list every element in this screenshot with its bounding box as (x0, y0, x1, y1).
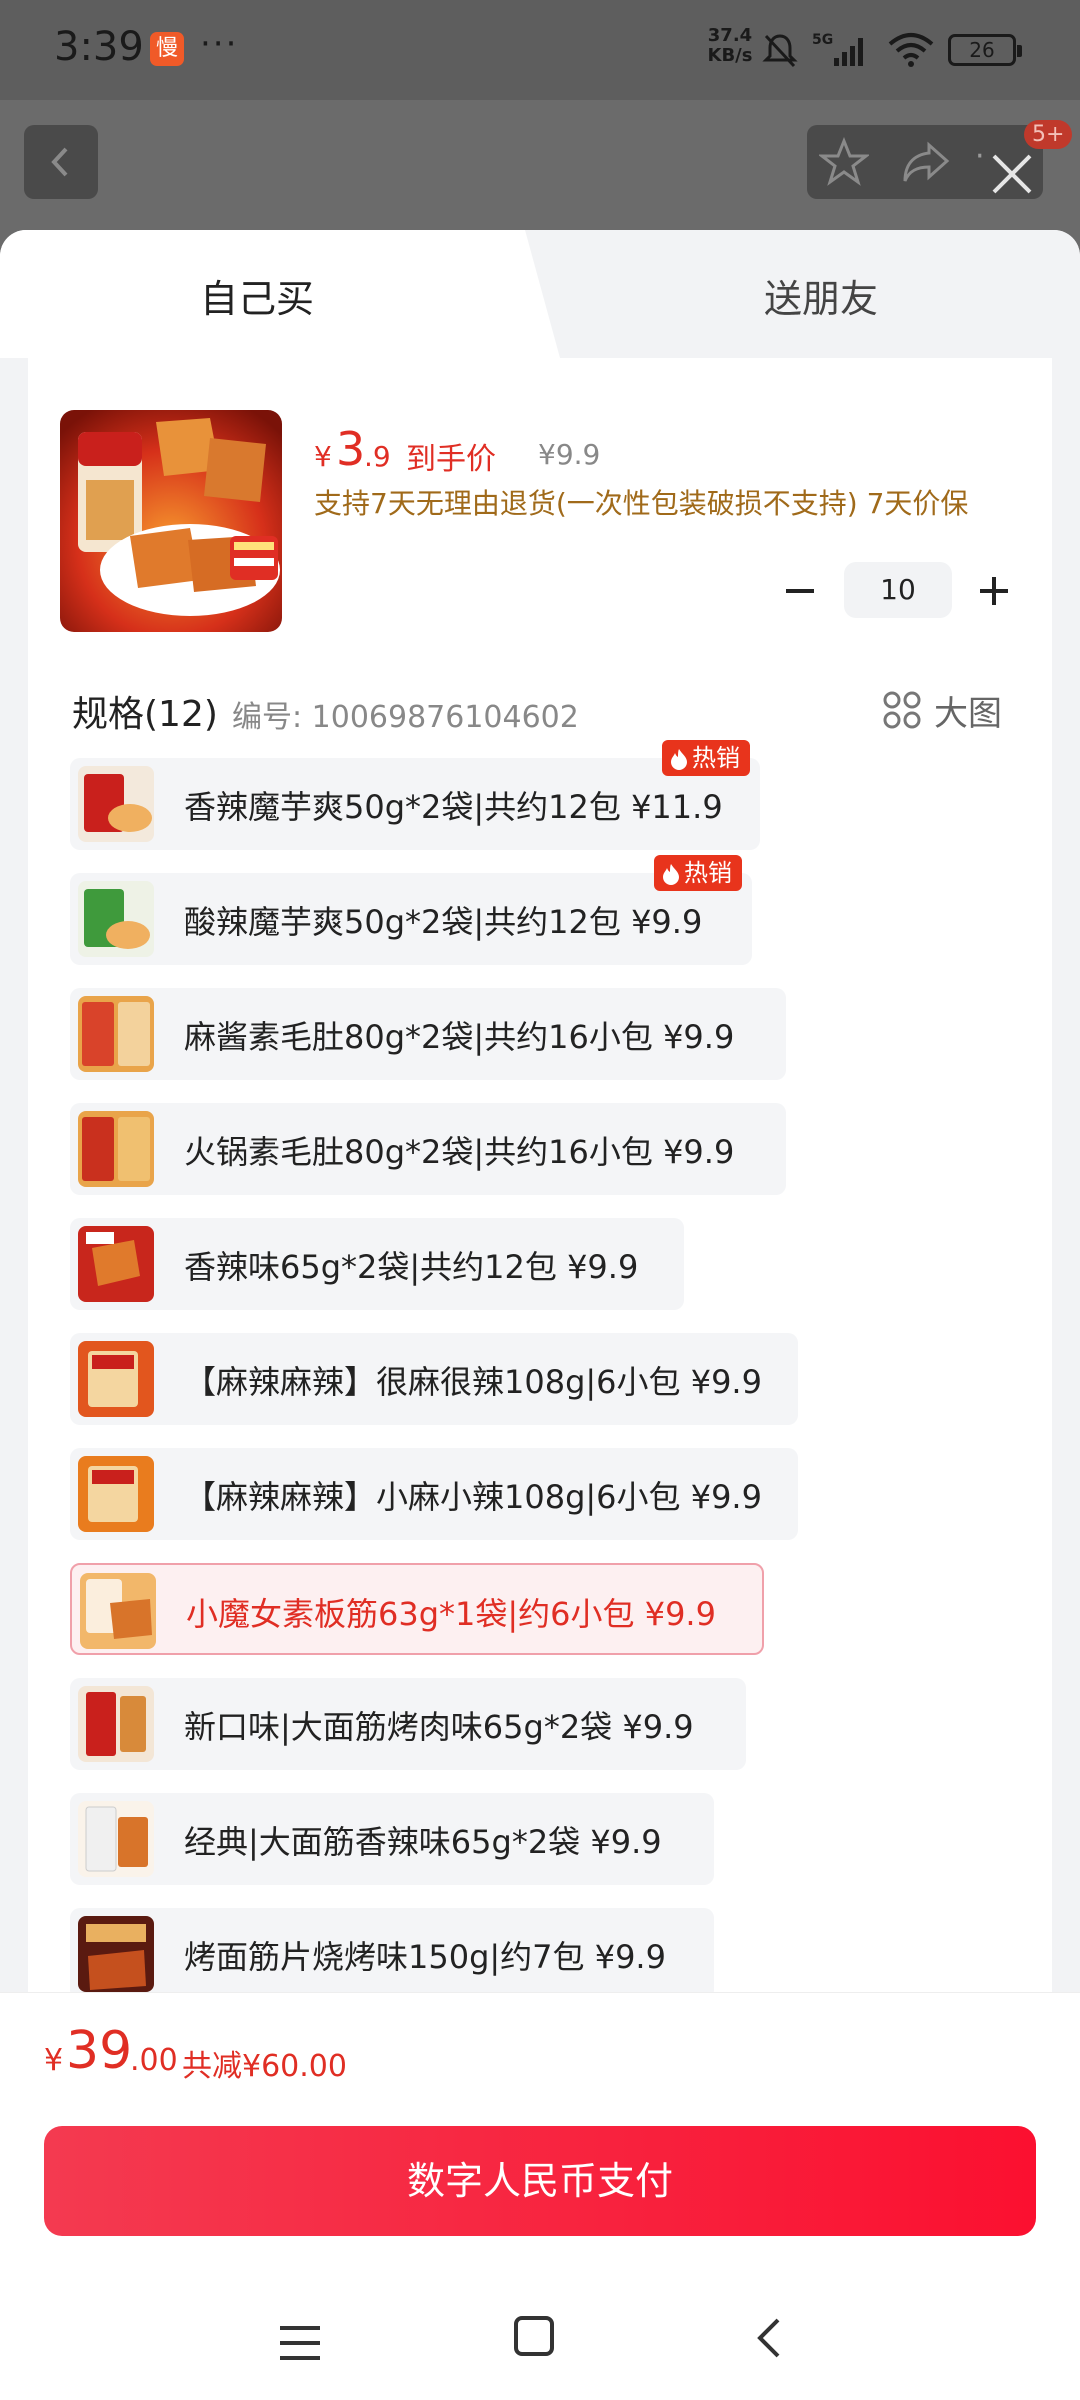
tab-friend[interactable]: 送朋友 (764, 268, 878, 323)
wifi-icon (886, 30, 936, 74)
signal-5g-icon: 5G (812, 30, 870, 74)
home-icon[interactable] (514, 2316, 554, 2356)
price-label: 到手价 (406, 442, 496, 477)
option-label: 新口味|大面筋烤肉味65g*2袋 ¥9.9 (184, 1708, 694, 1746)
option-label: 【麻辣麻辣】小麻小辣108g|6小包 ¥9.9 (184, 1478, 762, 1516)
spec-option[interactable]: 香辣味65g*2袋|共约12包 ¥9.9 (70, 1218, 684, 1310)
spec-option[interactable]: 火锅素毛肚80g*2袋|共约16小包 ¥9.9 (70, 1103, 786, 1195)
total-currency: ¥ (44, 2043, 64, 2078)
option-label: 麻酱素毛肚80g*2袋|共约16小包 ¥9.9 (184, 1018, 735, 1056)
order-total-bar: ¥ 39 .00 共减¥60.00 (0, 1992, 1080, 2110)
big-view-label: 大图 (934, 694, 1002, 734)
pay-button[interactable]: 数字人民币支付 (44, 2126, 1036, 2236)
price-decimal: .9 (364, 440, 391, 473)
spec-option[interactable]: 香辣魔芋爽50g*2袋|共约12包 ¥11.9 热销 (70, 740, 760, 850)
quantity-plus-button[interactable] (980, 576, 1010, 606)
network-speed-unit: KB/s (707, 45, 753, 66)
option-thumbnail (78, 996, 154, 1072)
product-image (60, 410, 282, 632)
total-decimal: .00 (130, 2043, 178, 2078)
app-notification-icon: 慢 (150, 32, 184, 66)
recent-apps-icon[interactable] (280, 2324, 320, 2366)
option-thumbnail (78, 1341, 154, 1417)
chevron-left-icon (51, 147, 68, 177)
spec-option[interactable]: 经典|大面筋香辣味65g*2袋 ¥9.9 (70, 1793, 714, 1885)
spec-option[interactable]: 【麻辣麻辣】小麻小辣108g|6小包 ¥9.9 (70, 1448, 798, 1540)
flame-icon (663, 864, 679, 885)
system-nav-bar (0, 2250, 1080, 2400)
more-icon[interactable]: · (975, 139, 985, 174)
option-thumbnail (78, 1111, 154, 1187)
return-guarantee: 支持7天无理由退货(一次性包装破损不支持) 7天价保 (314, 487, 969, 520)
cart-count-badge: 5+ (1024, 120, 1073, 149)
close-icon[interactable] (988, 150, 1036, 202)
back-nav-icon[interactable] (754, 2316, 784, 2364)
hot-sale-label: 热销 (684, 859, 732, 887)
hot-sale-badge: 热销 (662, 740, 750, 776)
option-thumbnail (78, 1686, 154, 1762)
option-thumbnail (78, 1456, 154, 1532)
option-thumbnail (78, 1801, 154, 1877)
spec-option-selected[interactable]: 小魔女素板筋63g*1袋|约6小包 ¥9.9 (70, 1563, 764, 1655)
grid-icon (883, 691, 921, 729)
option-thumbnail (78, 766, 154, 842)
purchase-tabs: 自己买 送朋友 (0, 230, 1080, 358)
back-button[interactable] (24, 125, 98, 199)
share-icon[interactable] (901, 139, 951, 189)
hot-sale-label: 热销 (692, 744, 740, 772)
price-integer: 3 (336, 422, 366, 476)
option-label: 香辣魔芋爽50g*2袋|共约12包 ¥11.9 (184, 788, 723, 826)
tab-self[interactable]: 自己买 (200, 268, 314, 323)
content-gutter-left (0, 358, 28, 1998)
product-code: 编号: 10069876104602 (232, 700, 579, 735)
svg-text:5G: 5G (812, 32, 833, 48)
spec-option[interactable]: 新口味|大面筋烤肉味65g*2袋 ¥9.9 (70, 1678, 746, 1770)
battery-icon: 26 (948, 34, 1022, 66)
hot-sale-badge: 热销 (654, 855, 742, 891)
option-thumbnail (78, 1916, 154, 1992)
spec-option[interactable]: 酸辣魔芋爽50g*2袋|共约12包 ¥9.9 热销 (70, 855, 752, 965)
network-speed: 37.4 KB/s (704, 26, 756, 66)
quantity-input[interactable]: 10 (844, 562, 952, 618)
option-label: 酸辣魔芋爽50g*2袋|共约12包 ¥9.9 (184, 903, 703, 941)
option-label: 火锅素毛肚80g*2袋|共约16小包 ¥9.9 (184, 1133, 735, 1171)
total-discount: 共减¥60.00 (182, 2049, 347, 2084)
more-notifications-icon: ··· (200, 24, 239, 64)
option-thumbnail (78, 1226, 154, 1302)
option-label: 【麻辣麻辣】很麻很辣108g|6小包 ¥9.9 (184, 1363, 762, 1401)
option-thumbnail (80, 1573, 156, 1649)
price-currency: ¥ (314, 440, 332, 473)
option-label: 经典|大面筋香辣味65g*2袋 ¥9.9 (184, 1823, 662, 1861)
quantity-minus-button[interactable] (786, 576, 816, 606)
spec-option[interactable]: 麻酱素毛肚80g*2袋|共约16小包 ¥9.9 (70, 988, 786, 1080)
spec-option[interactable]: 烤面筋片烧烤味150g|约7包 ¥9.9 (70, 1908, 714, 2000)
network-speed-value: 37.4 (707, 25, 753, 46)
total-integer: 39 (66, 2021, 133, 2081)
option-label: 小魔女素板筋63g*1袋|约6小包 ¥9.9 (186, 1595, 716, 1633)
flame-icon (671, 749, 687, 770)
spec-title: 规格(12) (72, 694, 218, 735)
mute-icon (760, 30, 800, 74)
spec-option[interactable]: 【麻辣麻辣】很麻很辣108g|6小包 ¥9.9 (70, 1333, 798, 1425)
status-bar: 3:39 慢 ··· 37.4 KB/s 5G 26 (0, 0, 1080, 100)
star-icon[interactable] (817, 136, 871, 191)
option-label: 香辣味65g*2袋|共约12包 ¥9.9 (184, 1248, 639, 1286)
original-price: ¥9.9 (538, 438, 601, 471)
status-time: 3:39 (54, 24, 144, 70)
content-gutter-right (1052, 358, 1080, 1998)
option-thumbnail (78, 881, 154, 957)
option-label: 烤面筋片烧烤味150g|约7包 ¥9.9 (184, 1938, 666, 1976)
